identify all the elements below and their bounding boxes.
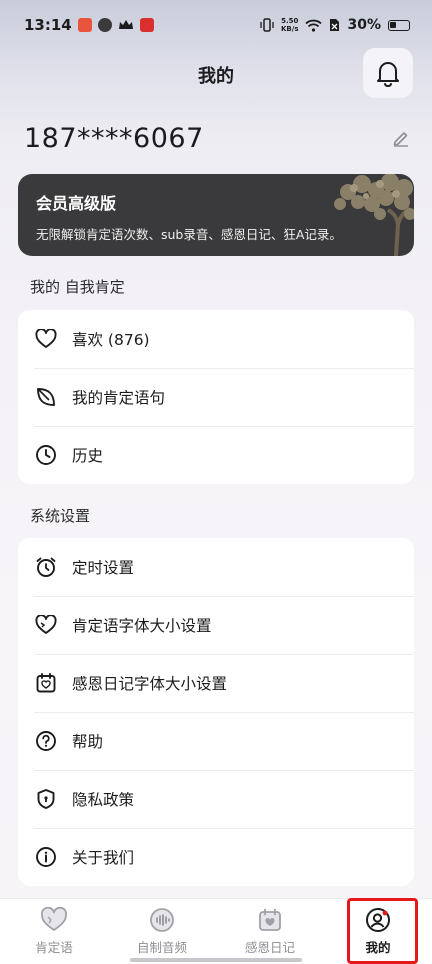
status-right: 5.50 KB/s 30% (260, 17, 410, 33)
vibrate-icon (260, 18, 274, 32)
net-speed: 5.50 KB/s (281, 17, 298, 33)
vip-description: 无限解锁肯定语次数、sub录音、感恩日记、狂A记录。 (36, 227, 342, 242)
tab-custom-audio[interactable]: 自制音频 (108, 899, 216, 964)
menu-item-help[interactable]: 帮助 (18, 712, 414, 770)
notification-app-icon (139, 18, 154, 32)
audio-icon (150, 908, 174, 932)
notification-button[interactable] (363, 48, 413, 98)
status-time: 13:14 (24, 16, 72, 34)
section-affirm-label: 我的 自我肯定 (30, 278, 125, 296)
vip-title: 会员高级版 (36, 194, 117, 213)
menu-item-label: 历史 (72, 447, 104, 465)
notification-app-icon (97, 18, 112, 32)
battery-percent: 30% (347, 17, 381, 33)
heart-outline-icon (34, 613, 58, 637)
bell-icon (377, 62, 399, 87)
leaf-icon (34, 385, 58, 409)
alarm-icon (34, 555, 58, 579)
tab-label: 肯定语 (35, 940, 73, 955)
edit-icon[interactable] (392, 129, 410, 147)
menu-item-my-affirmations[interactable]: 我的肯定语句 (18, 368, 414, 426)
menu-item-timer-settings[interactable]: 定时设置 (18, 538, 414, 596)
menu-item-label: 隐私政策 (72, 791, 135, 809)
info-icon (34, 845, 58, 869)
menu-item-label: 帮助 (72, 733, 104, 751)
home-indicator[interactable] (130, 958, 302, 962)
status-left: 13:14 (24, 16, 154, 34)
menu-item-likes[interactable]: 喜欢 (876) (18, 310, 414, 368)
menu-item-privacy-policy[interactable]: 隐私政策 (18, 770, 414, 828)
affirm-card: 喜欢 (876) 我的肯定语句 历史 (18, 310, 414, 484)
header: 我的 (0, 48, 432, 102)
tab-label: 自制音频 (136, 940, 187, 955)
menu-item-label: 肯定语字体大小设置 (72, 617, 212, 635)
vip-card[interactable]: 会员高级版 无限解锁肯定语次数、sub录音、感恩日记、狂A记录。 (18, 174, 414, 256)
crown-icon (118, 20, 133, 29)
tab-label: 感恩日记 (244, 940, 295, 955)
no-sim-icon (330, 19, 340, 31)
profile-icon (366, 908, 390, 932)
tree-illustration (334, 174, 414, 256)
net-speed-unit: KB/s (281, 25, 299, 33)
menu-item-about-us[interactable]: 关于我们 (18, 828, 414, 886)
tab-label: 我的 (365, 940, 391, 955)
wifi-icon (305, 19, 323, 32)
menu-item-label: 喜欢 (876) (72, 331, 150, 349)
heart-icon (34, 327, 58, 351)
menu-item-history[interactable]: 历史 (18, 426, 414, 484)
heart-tab-icon (41, 907, 67, 931)
menu-item-label: 定时设置 (72, 559, 135, 577)
diary-icon (259, 908, 281, 931)
profile-row: 187****6067 (24, 118, 410, 158)
phone-number: 187****6067 (24, 122, 204, 154)
section-settings-label: 系统设置 (30, 507, 91, 525)
help-icon (34, 729, 58, 753)
menu-item-diary-font-size[interactable]: 感恩日记字体大小设置 (18, 654, 414, 712)
tab-me[interactable]: 我的 (324, 899, 432, 964)
status-bar: 13:14 5.50 KB/s 30% (0, 0, 432, 50)
settings-card: 定时设置 肯定语字体大小设置 感恩日记字体大小设置 帮助 隐私政策 关于我们 (18, 538, 414, 886)
calendar-heart-icon (34, 671, 58, 695)
tab-gratitude-diary[interactable]: 感恩日记 (216, 899, 324, 964)
net-speed-value: 5.50 (281, 17, 299, 25)
menu-item-label: 我的肯定语句 (72, 389, 166, 407)
notification-app-icon (77, 18, 92, 32)
tab-bar: 肯定语 自制音频 感恩日记 我的 (0, 898, 432, 964)
tab-affirmations[interactable]: 肯定语 (0, 899, 108, 964)
menu-item-affirm-font-size[interactable]: 肯定语字体大小设置 (18, 596, 414, 654)
clock-icon (34, 443, 58, 467)
shield-icon (34, 787, 58, 811)
menu-item-label: 感恩日记字体大小设置 (72, 675, 228, 693)
battery-icon (388, 19, 410, 31)
menu-item-label: 关于我们 (72, 849, 135, 867)
